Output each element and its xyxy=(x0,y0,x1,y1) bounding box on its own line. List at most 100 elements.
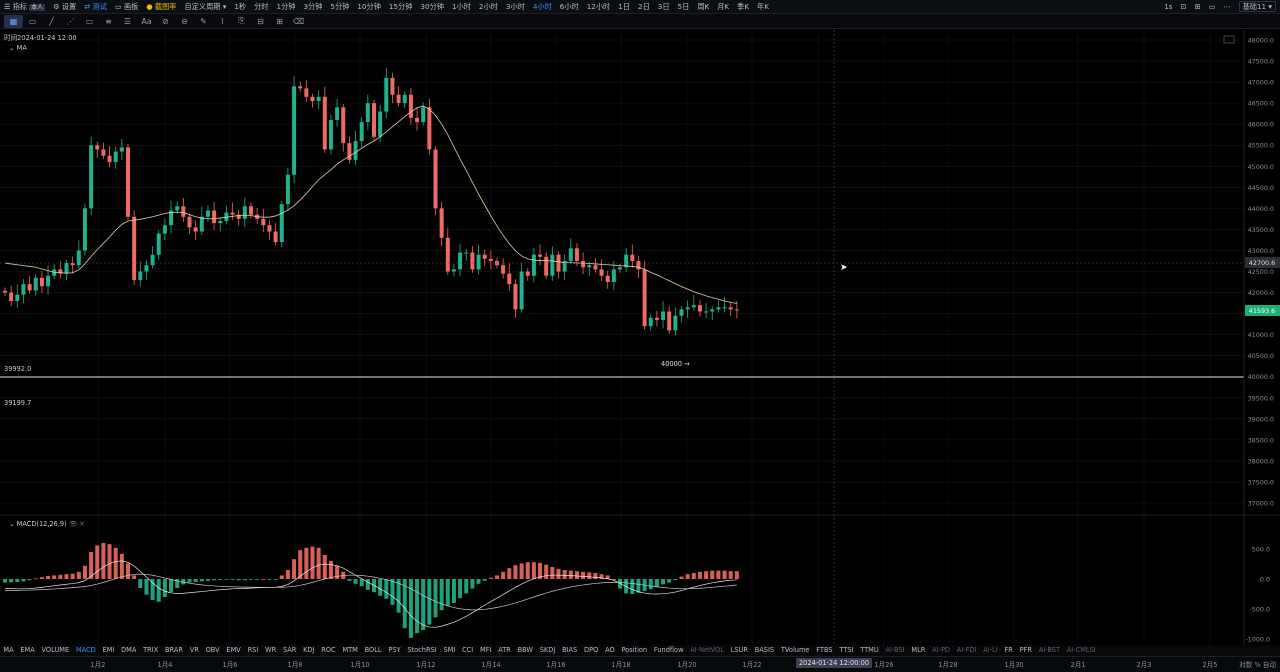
indicator-tab-ttmu[interactable]: TTMU xyxy=(857,645,882,656)
topbar-item-25[interactable]: 月K xyxy=(713,0,733,13)
indicator-tab-stochrsi[interactable]: StochRSI xyxy=(404,645,440,656)
rectangle-icon[interactable]: ▭ xyxy=(80,15,99,28)
indicator-tab-emi[interactable]: EMI xyxy=(99,645,118,656)
indicator-tab-dpo[interactable]: DPO xyxy=(581,645,602,656)
ruler-icon[interactable]: ▭ xyxy=(23,15,42,28)
indicator-tab-fundflow[interactable]: Fundflow xyxy=(651,645,687,656)
indicator-tab-wr[interactable]: WR xyxy=(262,645,280,656)
topbar-item-16[interactable]: 3小时 xyxy=(502,0,529,13)
topbar-item-0[interactable]: ☰ 指标 本人 xyxy=(0,0,49,13)
indicator-tab-ai-bst[interactable]: AI-BST xyxy=(1035,645,1063,656)
indicator-tab-sar[interactable]: SAR xyxy=(280,645,300,656)
topbar-right-2[interactable]: ⊞ xyxy=(1191,0,1205,13)
indicator-tab-boll[interactable]: BOLL xyxy=(361,645,385,656)
topbar-item-23[interactable]: 5日 xyxy=(674,0,694,13)
indicator-tab-ema[interactable]: EMA xyxy=(17,645,38,656)
topbar-item-22[interactable]: 3日 xyxy=(654,0,674,13)
indicator-tab-emv[interactable]: EMV xyxy=(223,645,244,656)
topbar-item-4[interactable]: ● 截图率 xyxy=(142,0,180,13)
indicator-tab-smi[interactable]: SMI xyxy=(440,645,459,656)
topbar-item-9[interactable]: 3分钟 xyxy=(299,0,326,13)
topbar-item-17[interactable]: 4小时 xyxy=(529,0,556,13)
indicator-tab-ai-netvol[interactable]: AI-NetVOL xyxy=(687,645,727,656)
parallel-lines-icon[interactable]: ⋰ xyxy=(61,15,80,28)
horizontal-lines-icon[interactable]: ≡ xyxy=(99,15,118,28)
indicator-tab-volume[interactable]: VOLUME xyxy=(38,645,72,656)
trash-icon[interactable]: ⌫ xyxy=(289,15,308,28)
indicator-tab-bbw[interactable]: BBW xyxy=(514,645,536,656)
indicator-tab-pfr[interactable]: PFR xyxy=(1016,645,1035,656)
indicator-tab-ai-bsi[interactable]: AI-BSI xyxy=(882,645,908,656)
fib-icon[interactable]: ☰ xyxy=(118,15,137,28)
indicator-tab-trix[interactable]: TRIX xyxy=(140,645,162,656)
main-chart[interactable]: 48000.0 47500.0 47000.0 46500.0 46000.0 45500… xyxy=(0,30,1280,645)
text-icon[interactable]: Aa xyxy=(137,15,156,28)
topbar-item-27[interactable]: 年K xyxy=(753,0,773,13)
indicator-tab-obv[interactable]: OBV xyxy=(202,645,223,656)
topbar-item-21[interactable]: 2日 xyxy=(634,0,654,13)
indicator-tab-tvolume[interactable]: TVolume xyxy=(778,645,813,656)
indicator-tab-mfi[interactable]: MFI xyxy=(477,645,495,656)
indicator-tab-fr[interactable]: FR xyxy=(1001,645,1016,656)
topbar-item-18[interactable]: 6小时 xyxy=(556,0,583,13)
indicator-tab-ai-pd[interactable]: AI-PD xyxy=(929,645,954,656)
indicator-tab-vr[interactable]: VR xyxy=(186,645,202,656)
topbar-item-13[interactable]: 30分钟 xyxy=(416,0,448,13)
axis-mode-controls[interactable]: 对数 % 自动 xyxy=(1239,659,1276,669)
fullscreen-icon[interactable] xyxy=(1223,35,1235,44)
indicator-tab-brar[interactable]: BRAR xyxy=(162,645,187,656)
copy-icon[interactable]: ⎘ xyxy=(232,15,251,28)
topbar-item-15[interactable]: 2小时 xyxy=(475,0,502,13)
topbar-item-14[interactable]: 1小时 xyxy=(448,0,475,13)
indicator-tab-psy[interactable]: PSY xyxy=(385,645,404,656)
crosshair-icon[interactable]: ▦ xyxy=(4,14,23,28)
indicator-tab-bias[interactable]: BIAS xyxy=(559,645,581,656)
indicator-tab-kdj[interactable]: KDJ xyxy=(300,645,318,656)
indicator-tab-position[interactable]: Position xyxy=(618,645,650,656)
layers-icon[interactable]: ⊞ xyxy=(270,15,289,28)
indicator-tab-dma[interactable]: DMA xyxy=(118,645,140,656)
topbar-item-26[interactable]: 季K xyxy=(733,0,753,13)
indicator-tab-skdj[interactable]: SKDJ xyxy=(536,645,558,656)
indicator-tab-mtm[interactable]: MTM xyxy=(339,645,361,656)
indicator-tab-macd[interactable]: MACD xyxy=(73,645,100,656)
topbar-item-11[interactable]: 10分钟 xyxy=(353,0,385,13)
indicator-tab-rsi[interactable]: RSI xyxy=(244,645,262,656)
topbar-item-12[interactable]: 15分钟 xyxy=(385,0,417,13)
eraser-icon[interactable]: ⊖ xyxy=(175,15,194,28)
indicator-tab-ttsi[interactable]: TTSI xyxy=(836,645,857,656)
indicator-tab-basis[interactable]: BASIS xyxy=(751,645,777,656)
indicator-tab-ao[interactable]: AO xyxy=(602,645,618,656)
topbar-item-5[interactable]: 自定义周期 ▾ xyxy=(181,0,231,13)
brush-icon[interactable]: ⌇ xyxy=(213,15,232,28)
topbar-right-3[interactable]: ▭ xyxy=(1205,0,1220,13)
topbar-item-10[interactable]: 5分钟 xyxy=(326,0,353,13)
indicator-tab-ai-fdi[interactable]: AI-FDI xyxy=(953,645,979,656)
magnet-icon[interactable]: ⊘ xyxy=(156,15,175,28)
indicator-tab-ma[interactable]: MA xyxy=(0,645,17,656)
trend-line-icon[interactable]: ╱ xyxy=(42,15,61,28)
lock-icon[interactable]: ⊟ xyxy=(251,15,270,28)
indicator-tab-atr[interactable]: ATR xyxy=(495,645,514,656)
topbar-item-2[interactable]: ⇄ 测试 xyxy=(80,0,111,13)
topbar-right-1[interactable]: ⊡ xyxy=(1177,0,1191,13)
pencil-icon[interactable]: ✎ xyxy=(194,15,213,28)
indicator-tab-mlr[interactable]: MLR xyxy=(908,645,929,656)
indicator-tab-ai-li[interactable]: AI-LI xyxy=(980,645,1001,656)
topbar-item-24[interactable]: 周K xyxy=(693,0,713,13)
topbar-item-7[interactable]: 分时 xyxy=(250,0,272,13)
indicator-tab-roc[interactable]: ROC xyxy=(318,645,339,656)
topbar-item-8[interactable]: 1分钟 xyxy=(273,0,300,13)
topbar-item-3[interactable]: ▭ 画板 xyxy=(111,0,142,13)
topbar-item-19[interactable]: 12小时 xyxy=(583,0,615,13)
topbar-right-0[interactable]: 1s xyxy=(1160,0,1176,13)
topbar-item-6[interactable]: 1秒 xyxy=(230,0,250,13)
topbar-item-1[interactable]: ⚙ 设置 xyxy=(49,0,80,13)
indicator-tab-lsur[interactable]: LSUR xyxy=(727,645,751,656)
indicator-tab-ftbs[interactable]: FTBS xyxy=(813,645,836,656)
symbol-selector[interactable]: 基础11 ▾ xyxy=(1235,0,1280,13)
topbar-item-20[interactable]: 1日 xyxy=(614,0,634,13)
indicator-tab-cci[interactable]: CCI xyxy=(459,645,477,656)
topbar-right-4[interactable]: ⋯ xyxy=(1219,0,1234,13)
indicator-tab-ai-cmlsi[interactable]: AI-CMLSI xyxy=(1063,645,1099,656)
